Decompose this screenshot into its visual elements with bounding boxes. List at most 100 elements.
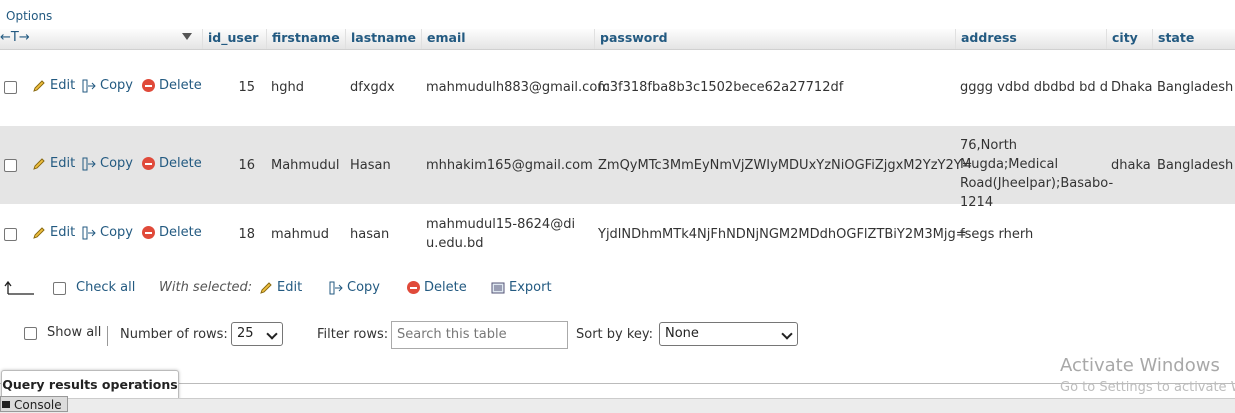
sort-by-key-value: None xyxy=(665,326,699,341)
cell-id-user: 16 xyxy=(238,158,255,173)
console-label: Console xyxy=(14,398,62,412)
delete-button[interactable]: Delete xyxy=(142,78,202,93)
bulk-export-label: Export xyxy=(509,280,552,295)
number-of-rows-select[interactable]: 25 xyxy=(231,322,283,346)
col-header-state[interactable]: state xyxy=(1152,29,1232,49)
delete-icon xyxy=(142,157,155,170)
edit-label: Edit xyxy=(50,225,76,240)
row-checkbox[interactable] xyxy=(4,81,17,94)
check-all-checkbox[interactable] xyxy=(53,282,66,295)
copy-button[interactable]: Copy xyxy=(82,78,133,93)
cell-email: mahmudulh883@gmail.com xyxy=(426,80,610,95)
delete-button[interactable]: Delete xyxy=(142,156,202,171)
number-of-rows-label: Number of rows: xyxy=(120,327,228,342)
copy-label: Copy xyxy=(100,78,133,93)
show-all-checkbox[interactable] xyxy=(24,327,37,340)
options-link[interactable]: Options xyxy=(6,9,52,23)
pencil-icon xyxy=(33,226,45,239)
bulk-delete-button[interactable]: Delete xyxy=(407,280,467,295)
col-header-email[interactable]: email xyxy=(421,29,594,49)
pencil-icon xyxy=(33,157,45,170)
divider xyxy=(107,326,108,346)
number-of-rows-value: 25 xyxy=(237,326,254,341)
cell-state: Bangladesh xyxy=(1157,158,1234,173)
edit-button[interactable]: Edit xyxy=(32,225,75,240)
copy-icon xyxy=(82,157,96,170)
bulk-copy-button[interactable]: Copy xyxy=(329,280,380,295)
pencil-icon xyxy=(33,79,45,92)
console-icon xyxy=(2,401,10,408)
console-tab[interactable]: Console xyxy=(0,396,68,412)
edit-button[interactable]: Edit xyxy=(32,78,75,93)
table-header: ←T→ id_user firstname lastname email pas… xyxy=(0,29,1235,50)
column-arrows[interactable]: ←T→ xyxy=(0,29,200,49)
delete-icon xyxy=(407,281,420,294)
pencil-icon xyxy=(260,281,272,294)
copy-label: Copy xyxy=(100,156,133,171)
col-header-lastname[interactable]: lastname xyxy=(345,29,421,49)
sort-by-key-select[interactable]: None xyxy=(659,322,798,346)
console-bar xyxy=(0,398,1235,413)
cell-city: dhaka xyxy=(1111,158,1151,173)
cell-firstname: hghd xyxy=(271,80,304,95)
export-icon xyxy=(491,282,505,293)
row-checkbox[interactable] xyxy=(4,228,17,241)
cell-address: 76,North Mugda;Medical Road(Jheelpar);Ba… xyxy=(960,138,1114,210)
delete-icon xyxy=(142,226,155,239)
sort-by-key-label: Sort by key: xyxy=(576,327,654,342)
bulk-delete-label: Delete xyxy=(424,280,467,295)
filter-rows-label: Filter rows: xyxy=(317,327,389,342)
edit-label: Edit xyxy=(50,78,76,93)
edit-label: Edit xyxy=(50,156,76,171)
cell-state: Bangladesh xyxy=(1157,80,1234,95)
cell-email: mhhakim165@gmail.com xyxy=(426,158,593,173)
delete-label: Delete xyxy=(159,156,202,171)
col-header-city[interactable]: city xyxy=(1106,29,1152,49)
cell-id-user: 18 xyxy=(238,227,255,242)
delete-button[interactable]: Delete xyxy=(142,225,202,240)
filter-rows-input[interactable]: Search this table xyxy=(391,321,568,349)
bulk-export-button[interactable]: Export xyxy=(491,280,552,295)
delete-icon xyxy=(142,79,155,92)
bulk-edit-label: Edit xyxy=(277,280,303,295)
copy-button[interactable]: Copy xyxy=(82,156,133,171)
delete-label: Delete xyxy=(159,78,202,93)
cell-lastname: hasan xyxy=(350,227,390,242)
cell-address: gggg vdbd dbdbd bd d xyxy=(960,80,1109,95)
with-selected-label: With selected: xyxy=(159,280,253,295)
col-header-password[interactable]: password xyxy=(594,29,955,49)
copy-button[interactable]: Copy xyxy=(82,225,133,240)
cell-address: fsegs rherh xyxy=(960,227,1034,242)
col-header-address[interactable]: address xyxy=(955,29,1106,49)
cell-id-user: 15 xyxy=(238,80,255,95)
chevron-down-icon xyxy=(781,328,793,340)
arrow-up-left-icon xyxy=(4,280,34,295)
cell-lastname: dfxgdx xyxy=(350,80,395,95)
bulk-copy-label: Copy xyxy=(347,280,380,295)
cell-lastname: Hasan xyxy=(350,158,391,173)
cell-password: fc3f318fba8b3c1502bece62a27712df xyxy=(598,80,844,95)
col-header-id-user[interactable]: id_user xyxy=(202,29,266,49)
table-row: Edit Copy Delete 18 mahmud hasan mahmudu… xyxy=(0,204,1235,266)
table-row: Edit Copy Delete 15 hghd dfxgdx mahmudul… xyxy=(0,50,1235,126)
table-row: Edit Copy Delete 16 Mahmudul Hasan mhhak… xyxy=(0,126,1235,210)
row-checkbox[interactable] xyxy=(4,159,17,172)
delete-label: Delete xyxy=(159,225,202,240)
activate-windows-subtext: Go to Settings to activate Windows. xyxy=(1060,380,1235,395)
activate-windows-watermark: Activate Windows xyxy=(1060,355,1220,376)
cell-email: mahmudul15-8624@diu.edu.bd xyxy=(426,217,576,251)
copy-icon xyxy=(329,281,343,294)
copy-label: Copy xyxy=(100,225,133,240)
bulk-edit-button[interactable]: Edit xyxy=(259,280,302,295)
copy-icon xyxy=(82,79,96,92)
cell-firstname: Mahmudul xyxy=(271,158,340,173)
edit-button[interactable]: Edit xyxy=(32,156,75,171)
cell-password: ZmQyMTc3MmEyNmVjZWIyMDUxYzNiOGFiZjgxM2Yz… xyxy=(598,158,973,173)
cell-password: YjdlNDhmMTk4NjFhNDNjNGM2MDdhOGFlZTBiY2M3… xyxy=(598,227,967,242)
col-header-firstname[interactable]: firstname xyxy=(266,29,345,49)
check-all-link[interactable]: Check all xyxy=(76,280,135,295)
show-all-label[interactable]: Show all xyxy=(47,325,101,340)
cell-city: Dhaka xyxy=(1111,80,1153,95)
copy-icon xyxy=(82,226,96,239)
sort-dropdown-icon[interactable] xyxy=(182,33,192,40)
